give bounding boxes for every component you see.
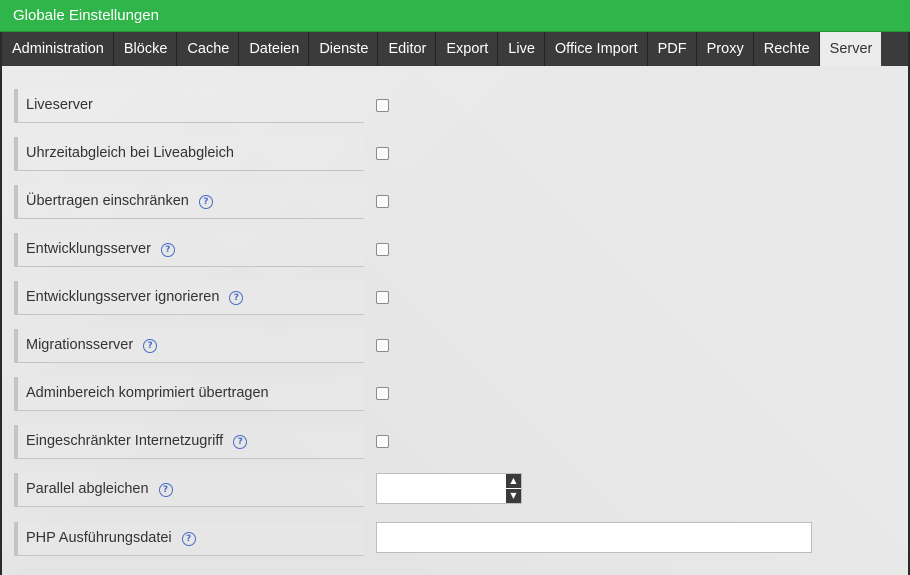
setting-label: PHP Ausführungsdatei? bbox=[14, 522, 364, 556]
setting-label: Eingeschränkter Internetzugriff? bbox=[14, 425, 364, 459]
uebertragen-einschraenken-checkbox[interactable] bbox=[376, 195, 389, 208]
setting-label: Liveserver bbox=[14, 89, 364, 123]
setting-row-uebertragen-einschraenken: Übertragen einschränken? bbox=[14, 185, 909, 219]
spin-up-icon[interactable]: ▲ bbox=[506, 474, 521, 489]
setting-row-eingeschraenkter-internetzugriff: Eingeschränkter Internetzugriff? bbox=[14, 425, 909, 459]
setting-label: Entwicklungsserver? bbox=[14, 233, 364, 267]
setting-label-text: Übertragen einschränken bbox=[26, 193, 189, 209]
tab-rechte[interactable]: Rechte bbox=[754, 32, 820, 66]
tab-editor[interactable]: Editor bbox=[378, 32, 437, 66]
question-circle-icon[interactable]: ? bbox=[233, 435, 248, 449]
tab-pdf[interactable]: PDF bbox=[648, 32, 697, 66]
setting-label: Übertragen einschränken? bbox=[14, 185, 364, 219]
setting-label-text: PHP Ausführungsdatei bbox=[26, 530, 172, 546]
tab-server[interactable]: Server bbox=[819, 32, 882, 66]
setting-row-adminbereich-komprimiert: Adminbereich komprimiert übertragen bbox=[14, 377, 909, 411]
migrationsserver-checkbox[interactable] bbox=[376, 339, 389, 352]
setting-label: Entwicklungsserver ignorieren? bbox=[14, 281, 364, 315]
setting-label-text: Parallel abgleichen bbox=[26, 481, 149, 497]
number-spinner: ▲ ▼ bbox=[506, 474, 521, 503]
adminbereich-komprimiert-checkbox[interactable] bbox=[376, 387, 389, 400]
tab-administration[interactable]: Administration bbox=[2, 32, 114, 66]
setting-label-text: Entwicklungsserver ignorieren bbox=[26, 289, 220, 305]
entwicklungsserver-checkbox[interactable] bbox=[376, 243, 389, 256]
tab-live[interactable]: Live bbox=[498, 32, 545, 66]
setting-row-uhrzeitabgleich: Uhrzeitabgleich bei Liveabgleich bbox=[14, 137, 909, 171]
question-circle-icon[interactable]: ? bbox=[181, 532, 196, 546]
tab-dateien[interactable]: Dateien bbox=[239, 32, 310, 66]
spin-down-icon[interactable]: ▼ bbox=[506, 489, 521, 503]
setting-label-text: Entwicklungsserver bbox=[26, 241, 151, 257]
setting-row-entwicklungsserver-ignorieren: Entwicklungsserver ignorieren? bbox=[14, 281, 909, 315]
setting-label: Uhrzeitabgleich bei Liveabgleich bbox=[14, 137, 364, 171]
question-circle-icon[interactable]: ? bbox=[160, 243, 175, 257]
tab-dienste[interactable]: Dienste bbox=[309, 32, 379, 66]
uhrzeitabgleich-checkbox[interactable] bbox=[376, 147, 389, 160]
setting-row-migrationsserver: Migrationsserver? bbox=[14, 329, 909, 363]
setting-row-liveserver: Liveserver bbox=[14, 89, 909, 123]
tab-bloecke[interactable]: Blöcke bbox=[114, 32, 178, 66]
question-circle-icon[interactable]: ? bbox=[229, 291, 244, 305]
setting-label: Adminbereich komprimiert übertragen bbox=[14, 377, 364, 411]
question-circle-icon[interactable]: ? bbox=[158, 483, 173, 497]
question-circle-icon[interactable]: ? bbox=[198, 195, 213, 209]
settings-panel: Liveserver Uhrzeitabgleich bei Liveabgle… bbox=[2, 66, 908, 575]
tab-cache[interactable]: Cache bbox=[177, 32, 240, 66]
liveserver-checkbox[interactable] bbox=[376, 99, 389, 112]
setting-label-text: Adminbereich komprimiert übertragen bbox=[26, 385, 269, 401]
tab-bar: Administration Blöcke Cache Dateien Dien… bbox=[2, 32, 908, 66]
php-ausfuehrungsdatei-input[interactable] bbox=[376, 522, 812, 553]
tab-proxy[interactable]: Proxy bbox=[697, 32, 754, 66]
setting-row-php-ausfuehrungsdatei: PHP Ausführungsdatei? bbox=[14, 522, 909, 556]
entwicklungsserver-ignorieren-checkbox[interactable] bbox=[376, 291, 389, 304]
tab-office-import[interactable]: Office Import bbox=[545, 32, 648, 66]
question-circle-icon[interactable]: ? bbox=[143, 339, 158, 353]
setting-label-text: Eingeschränkter Internetzugriff bbox=[26, 433, 224, 449]
setting-label-text: Uhrzeitabgleich bei Liveabgleich bbox=[26, 145, 234, 161]
eingeschraenkter-internetzugriff-checkbox[interactable] bbox=[376, 435, 389, 448]
window-title: Globale Einstellungen bbox=[0, 0, 910, 32]
setting-label-text: Liveserver bbox=[26, 97, 93, 113]
setting-row-entwicklungsserver: Entwicklungsserver? bbox=[14, 233, 909, 267]
setting-row-parallel-abgleichen: Parallel abgleichen? ▲ ▼ bbox=[14, 473, 909, 507]
setting-label: Parallel abgleichen? bbox=[14, 473, 364, 507]
setting-label-text: Migrationsserver bbox=[26, 337, 134, 353]
tab-export[interactable]: Export bbox=[436, 32, 499, 66]
setting-label: Migrationsserver? bbox=[14, 329, 364, 363]
parallel-abgleichen-input[interactable] bbox=[376, 473, 522, 504]
